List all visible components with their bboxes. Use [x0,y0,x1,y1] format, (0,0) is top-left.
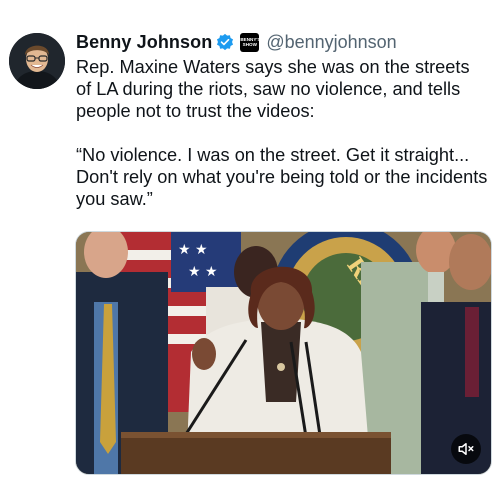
post-paragraph: “No violence. I was on the street. Get i… [76,145,488,209]
affiliate-badge-line: SHOW [242,42,257,47]
post: Benny Johnson BENNY'S SHOW @bennyjohnson… [0,0,500,496]
post-text: Rep. Maxine Waters says she was on the s… [76,56,488,210]
affiliate-badge[interactable]: BENNY'S SHOW [240,32,260,52]
post-paragraph: Rep. Maxine Waters says she was on the s… [76,57,470,121]
mute-button[interactable] [451,434,481,464]
video-frame: ★ ★ ★ ★ REPR [76,232,491,474]
speaker-muted-icon [457,440,475,458]
verified-badge-icon[interactable] [216,33,234,51]
avatar[interactable] [9,33,65,89]
svg-text:★ ★: ★ ★ [178,242,208,258]
svg-text:★ ★: ★ ★ [188,264,218,280]
post-video[interactable]: ★ ★ ★ ★ REPR [75,231,492,475]
post-header: Benny Johnson BENNY'S SHOW @bennyjohnson [76,31,397,53]
author-name[interactable]: Benny Johnson [76,32,212,53]
author-handle[interactable]: @bennyjohnson [266,32,396,53]
